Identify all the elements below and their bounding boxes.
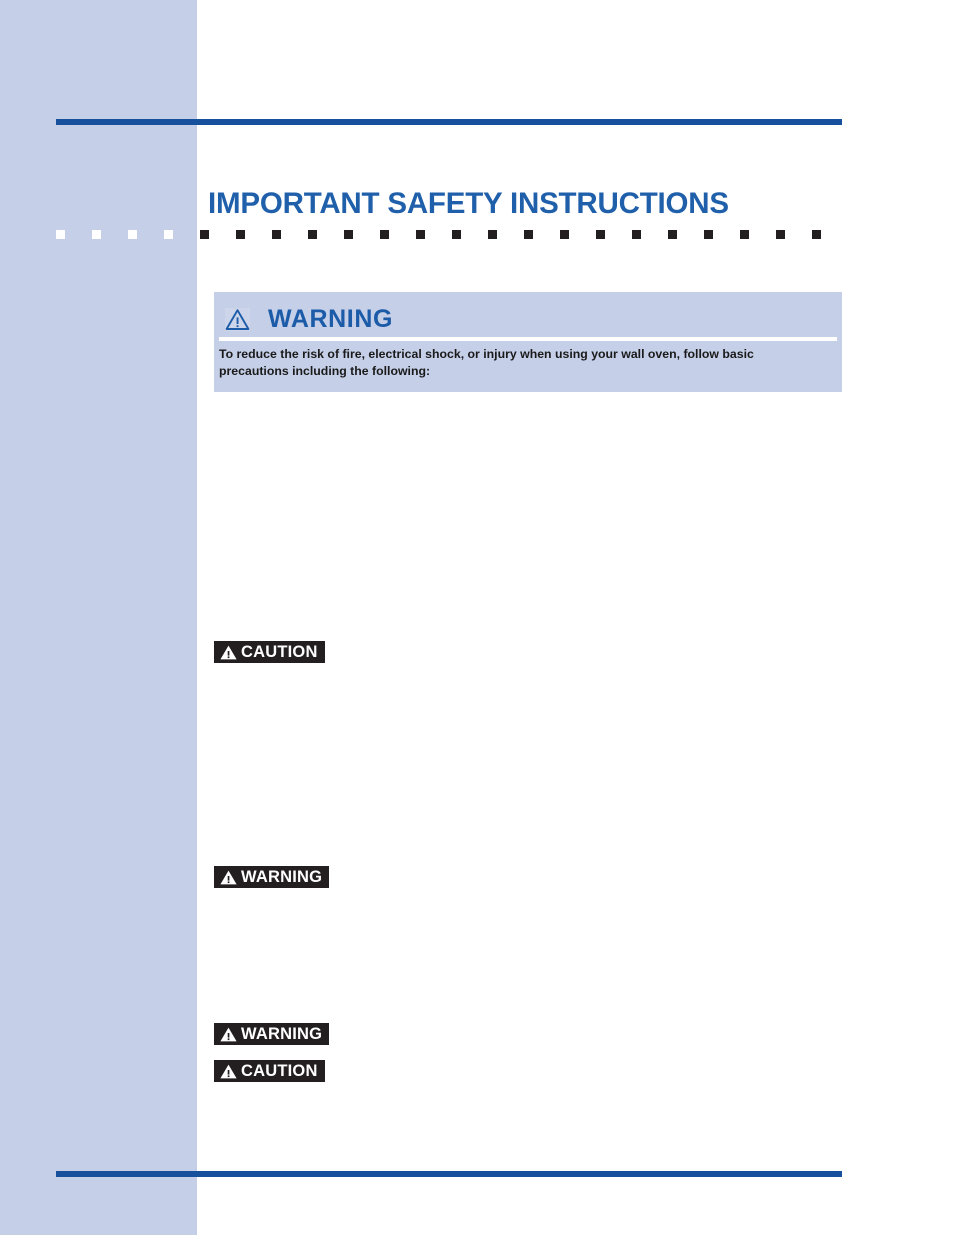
rule-dot xyxy=(560,230,569,239)
dotted-square-rule xyxy=(0,230,954,240)
warning-panel-body-text: To reduce the risk of fire, electrical s… xyxy=(219,347,754,379)
warning-triangle-icon xyxy=(220,645,237,660)
rule-dot xyxy=(308,230,317,239)
signal-word-badge-label: WARNING xyxy=(241,867,323,886)
rule-dot xyxy=(380,230,389,239)
signal-word-badge-label: WARNING xyxy=(241,1024,323,1043)
signal-word-badge-warning: WARNING xyxy=(214,866,330,888)
rule-dot xyxy=(704,230,713,239)
rule-dot xyxy=(524,230,533,239)
rule-dot xyxy=(92,230,101,239)
rule-dot xyxy=(128,230,137,239)
warning-panel-divider xyxy=(219,337,837,341)
warning-triangle-icon xyxy=(220,870,237,885)
signal-word-badge-caution: CAUTION xyxy=(214,641,325,663)
rule-dot xyxy=(200,230,209,239)
warning-triangle-icon xyxy=(225,308,250,331)
footer-rule xyxy=(56,1171,842,1177)
left-sidebar-band xyxy=(0,0,197,1235)
warning-panel-header: WARNING xyxy=(214,292,842,338)
warning-panel: WARNING To reduce the risk of fire, elec… xyxy=(214,292,842,392)
signal-word-badge-label: CAUTION xyxy=(241,642,318,661)
rule-dot xyxy=(812,230,821,239)
rule-dot xyxy=(272,230,281,239)
rule-dot xyxy=(416,230,425,239)
header-rule xyxy=(56,119,842,125)
rule-dot xyxy=(164,230,173,239)
rule-dot xyxy=(236,230,245,239)
rule-dot xyxy=(56,230,65,239)
signal-word-badge-label: CAUTION xyxy=(241,1061,318,1080)
rule-dot xyxy=(740,230,749,239)
signal-word-badge-caution: CAUTION xyxy=(214,1060,325,1082)
rule-dot xyxy=(596,230,605,239)
document-page: IMPORTANT SAFETY INSTRUCTIONS WARNING To… xyxy=(0,0,954,1235)
rule-dot xyxy=(452,230,461,239)
rule-dot xyxy=(776,230,785,239)
page-title: IMPORTANT SAFETY INSTRUCTIONS xyxy=(208,187,729,220)
warning-triangle-icon xyxy=(220,1027,237,1042)
warning-triangle-icon xyxy=(220,1064,237,1079)
rule-dot xyxy=(632,230,641,239)
rule-dot xyxy=(488,230,497,239)
rule-dot xyxy=(668,230,677,239)
signal-word-badge-warning: WARNING xyxy=(214,1023,330,1045)
rule-dot xyxy=(344,230,353,239)
warning-panel-heading: WARNING xyxy=(268,305,394,333)
